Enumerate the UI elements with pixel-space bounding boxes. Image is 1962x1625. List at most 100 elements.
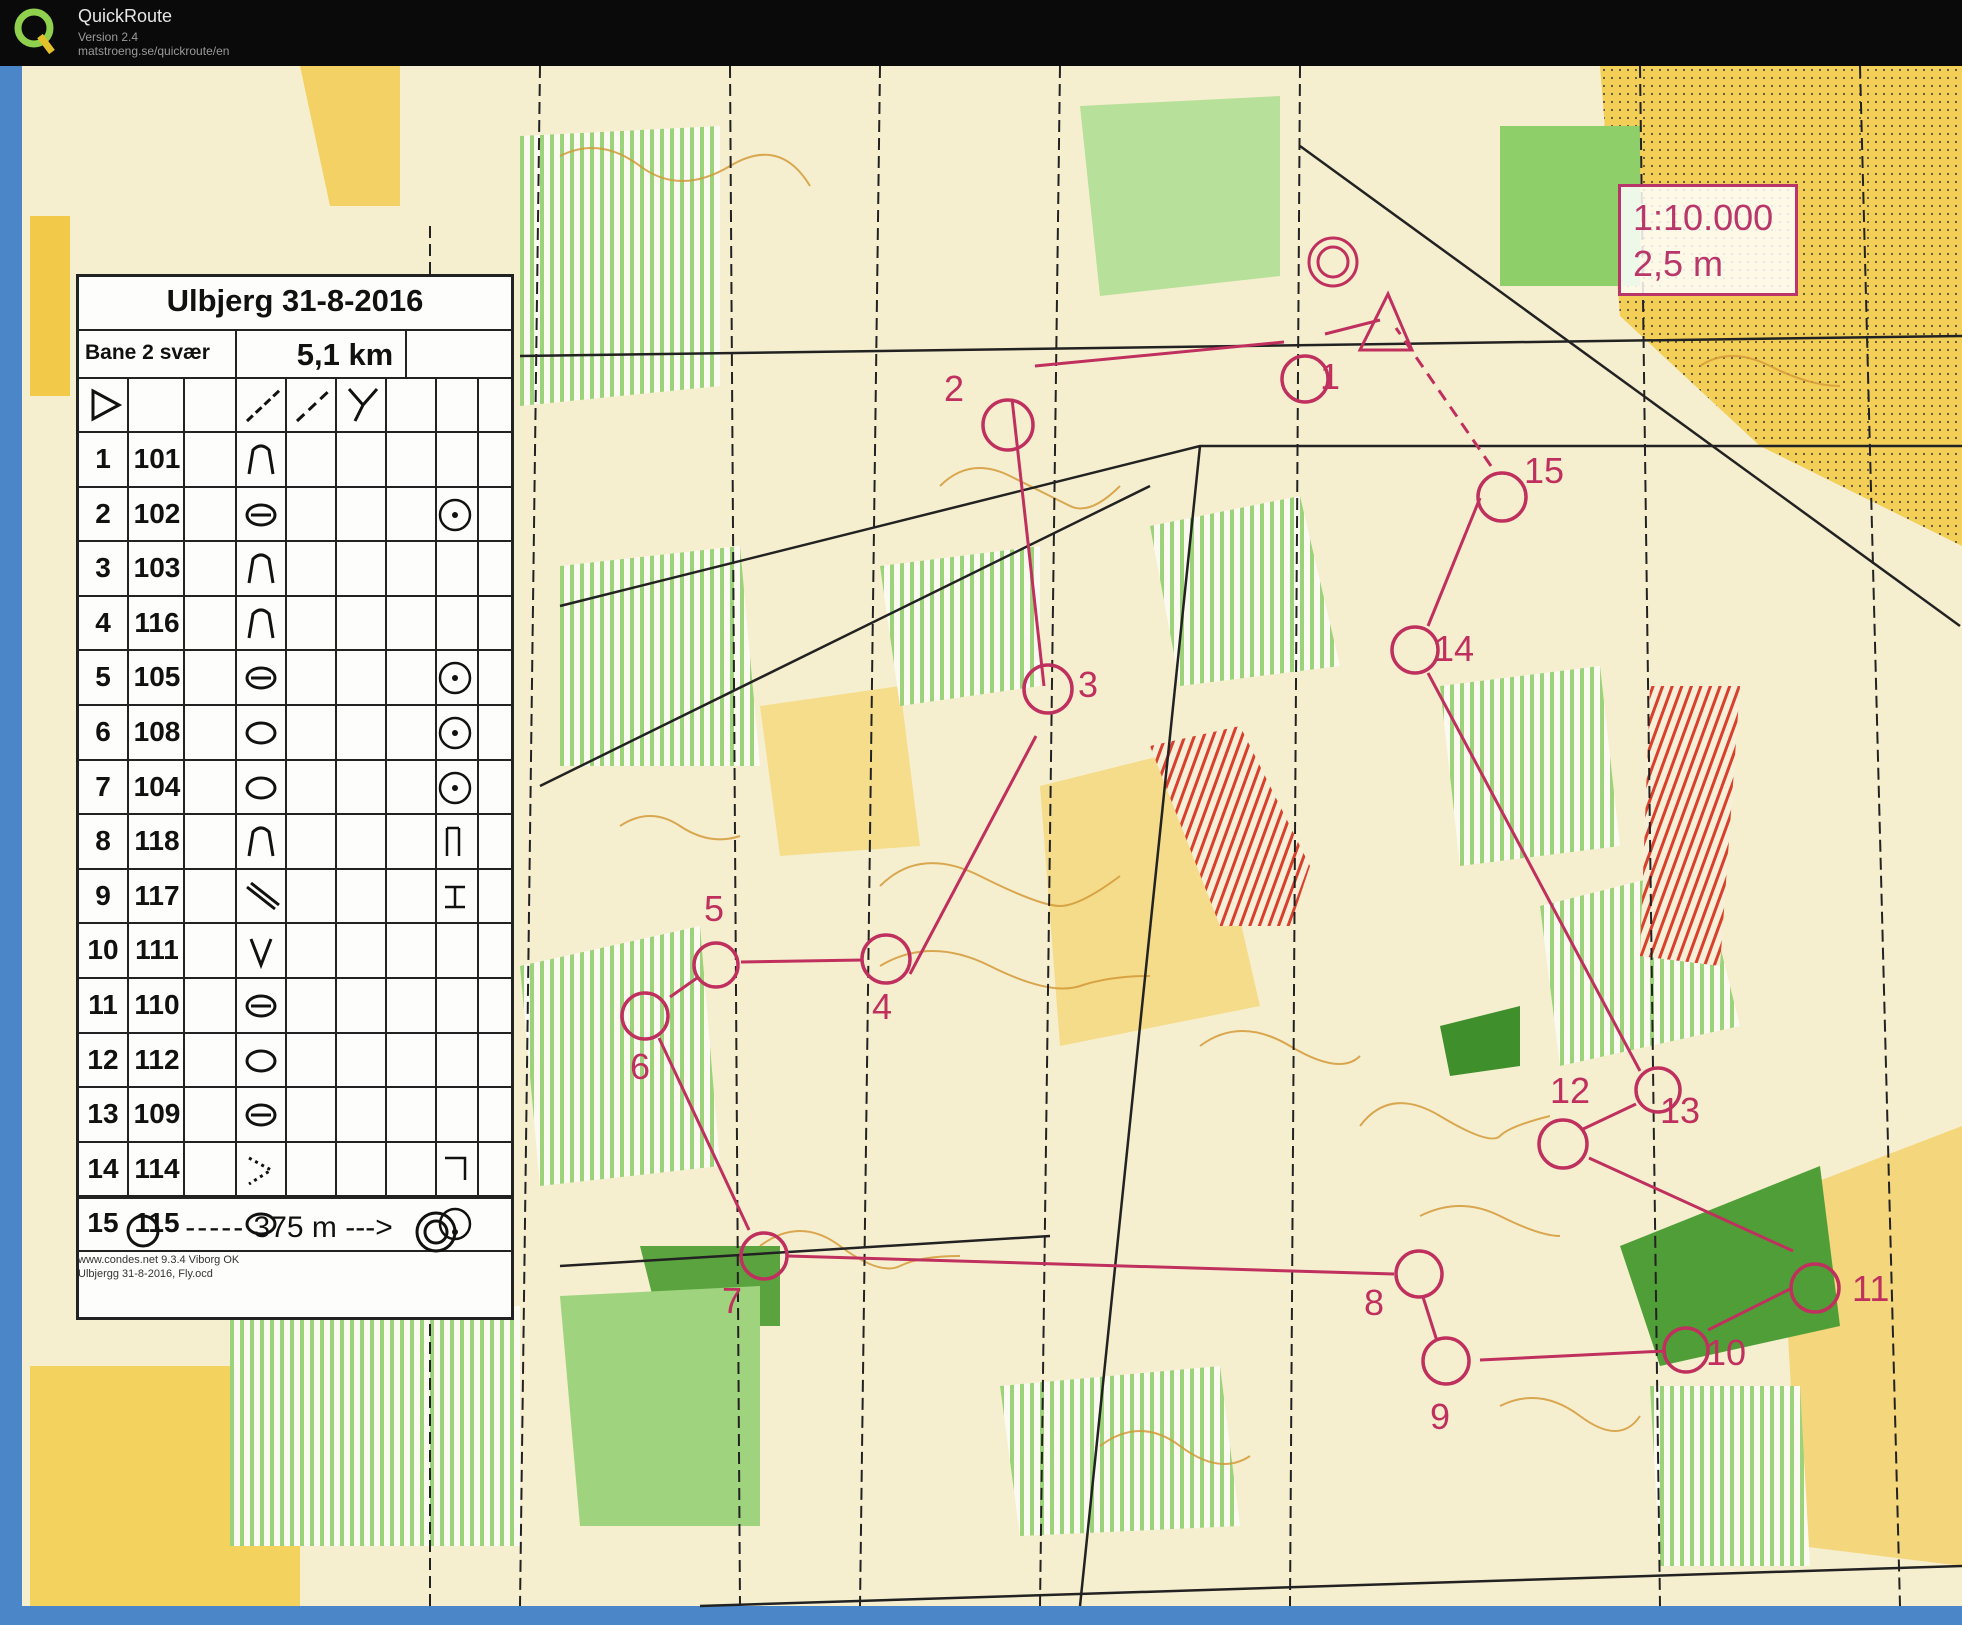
row-divider (79, 758, 511, 761)
control-number: 6 (95, 716, 111, 747)
control-label-11: 11 (1852, 1268, 1890, 1309)
pit-symbol-icon (245, 666, 277, 690)
depression-symbol-icon (245, 721, 277, 745)
quickroute-logo-icon (14, 8, 55, 55)
control-code: 114 (134, 1152, 180, 1184)
control-label-8: 8 (1364, 1282, 1385, 1323)
pit-symbol-icon (245, 994, 277, 1018)
dot-position-icon (438, 716, 472, 750)
row-divider (79, 977, 511, 979)
course-length: 5,1 km (296, 337, 394, 372)
row-divider (79, 1086, 511, 1089)
control-label-12: 12 (1550, 1070, 1591, 1111)
credit-line-2: Ulbjergg 31-8-2016, Fly.ocd (78, 1268, 213, 1280)
knoll-symbol-icon (247, 553, 275, 584)
control-label-2: 2 (944, 368, 965, 409)
control-number: 5 (95, 661, 111, 693)
control-code: 112 (134, 1043, 180, 1075)
control-code: 102 (133, 497, 181, 529)
orienteering-map[interactable]: 1 2 3 4 5 6 7 8 9 10 11 12 13 14 15 1:10… (0, 66, 1962, 1625)
control-code: 108 (133, 716, 181, 747)
bars-position-icon (445, 826, 461, 857)
scale-box: 1:10.000 2,5 m (1618, 184, 1798, 296)
row-divider (79, 594, 511, 597)
app-version: Version 2.4 (78, 30, 139, 44)
corner-position-icon (445, 1156, 467, 1180)
row-divider (79, 704, 511, 706)
control-code: 103 (133, 552, 181, 584)
finish-distance: ----- 375 m ---> (185, 1211, 393, 1244)
row-divider (79, 922, 511, 925)
row-divider (79, 867, 511, 870)
control-number: 8 (95, 825, 111, 857)
finish-distance-value: 375 m (253, 1211, 337, 1244)
title-bar: QuickRoute Version 2.4 matstroeng.se/qui… (0, 0, 1962, 66)
event-title: Ulbjerg 31-8-2016 (166, 283, 424, 318)
row-divider (79, 1140, 511, 1143)
control-number: 1 (95, 443, 111, 474)
control-label-14: 14 (1434, 628, 1475, 669)
control-number: 11 (88, 989, 118, 1020)
depression-symbol-icon (245, 776, 277, 800)
row-divider (79, 485, 511, 488)
finish-double-circle-icon (415, 1211, 457, 1253)
control-label-4: 4 (872, 986, 893, 1027)
control-label-5: 5 (704, 888, 725, 929)
control-label-13: 13 (1660, 1090, 1701, 1131)
control-number: 3 (95, 552, 111, 584)
junction-icon (347, 388, 379, 422)
finish-start-circle-icon (126, 1214, 160, 1248)
knoll-symbol-icon (247, 444, 275, 475)
control-label-7: 7 (722, 1280, 743, 1321)
control-number: 10 (87, 934, 119, 966)
gully-symbol-icon (249, 938, 273, 970)
control-code: 116 (134, 606, 180, 638)
course-name: Bane 2 svær (85, 341, 210, 364)
control-number: 14 (87, 1152, 119, 1184)
contour-interval: 2,5 m (1633, 243, 1724, 284)
control-number: 4 (95, 606, 111, 638)
tee-position-icon (445, 885, 465, 909)
knoll-symbol-icon (247, 608, 275, 639)
map-scale: 1:10.000 (1633, 197, 1774, 238)
knoll-symbol-icon (247, 826, 275, 857)
control-number: 12 (87, 1043, 119, 1075)
pit-symbol-icon (245, 1103, 277, 1127)
control-label-10: 10 (1706, 1332, 1747, 1373)
row-divider (79, 813, 511, 816)
pit-symbol-icon (245, 503, 277, 527)
dot-position-icon (438, 662, 472, 695)
control-code: 109 (133, 1098, 181, 1130)
control-code: 110 (134, 989, 180, 1020)
credit-line-1: www.condes.net 9.3.4 Viborg OK (78, 1254, 240, 1266)
control-code: 118 (134, 825, 180, 857)
linear-feature-icon (245, 387, 283, 423)
control-code: 104 (133, 770, 181, 802)
row-divider (79, 1031, 511, 1034)
control-number: 7 (95, 770, 111, 802)
dot-position-icon (438, 498, 472, 531)
control-label-6: 6 (630, 1046, 651, 1087)
app-name: QuickRoute (78, 6, 173, 26)
app-url[interactable]: matstroeng.se/quickroute/en (78, 44, 229, 58)
linear-feature-icon-2 (295, 387, 333, 423)
control-description-sheet: Ulbjerg 31-8-2016 Bane 2 svær 5,1 km 1 10… (76, 274, 514, 1320)
control-label-15: 15 (1524, 450, 1565, 491)
start-triangle-icon (91, 388, 123, 422)
control-number: 9 (95, 879, 111, 911)
control-number: 15 (87, 1207, 119, 1239)
control-number: 2 (95, 497, 111, 529)
corner-symbol-icon (248, 1156, 274, 1186)
control-code: 101 (133, 443, 181, 474)
ditch-symbol-icon (246, 881, 280, 910)
row-divider (79, 649, 511, 652)
control-label-1: 1 (1320, 356, 1341, 397)
dot-side-position-icon (438, 771, 472, 804)
control-label-3: 3 (1078, 664, 1099, 705)
control-code: 105 (133, 661, 181, 693)
control-label-9: 9 (1430, 1396, 1451, 1437)
control-code: 117 (134, 879, 180, 911)
control-number: 13 (87, 1098, 119, 1130)
row-divider (79, 540, 511, 543)
control-code: 111 (135, 934, 179, 966)
